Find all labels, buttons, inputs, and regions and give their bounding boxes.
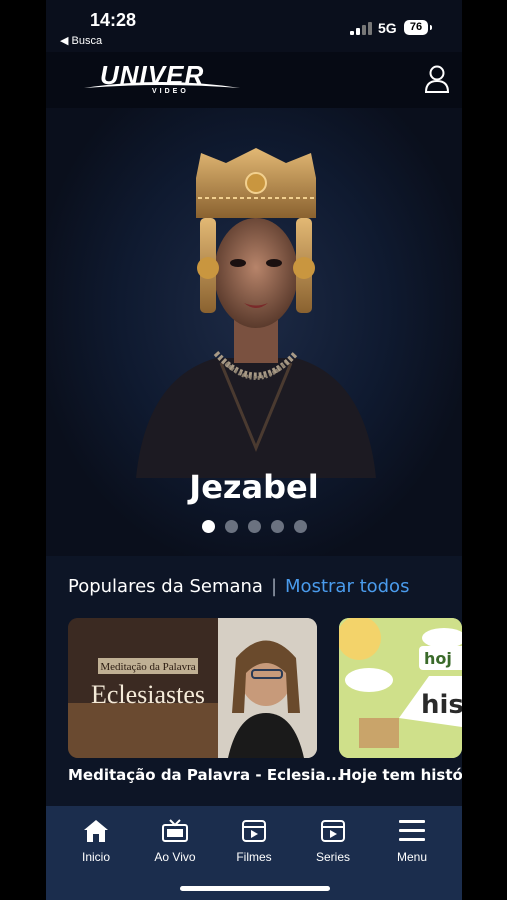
carousel-dot[interactable] [201, 520, 215, 533]
hero-title[interactable]: Jezabel [46, 468, 462, 506]
home-icon [84, 820, 108, 842]
signal-icon [350, 22, 372, 35]
thumb-text-1: Meditação da Palavra [100, 661, 195, 673]
tab-label: Ao Vivo [154, 850, 196, 864]
battery-icon: 76 [404, 20, 432, 35]
show-all-link[interactable]: Mostrar todos [285, 576, 409, 597]
video-card-thumbnail[interactable]: Meditação da Palavra Eclesiastes [68, 618, 317, 758]
popular-section: Populares da Semana | Mostrar todos Medita… [46, 556, 462, 806]
carousel-dot[interactable] [247, 520, 261, 533]
menu-icon [399, 820, 425, 841]
univer-logo[interactable]: UNIVER VIDEO [82, 60, 242, 100]
app-header: UNIVER VIDEO [46, 52, 462, 108]
section-separator: | [270, 576, 278, 597]
film-icon [242, 820, 266, 842]
tv-icon [162, 819, 188, 842]
hero-poster-image [136, 148, 376, 478]
thumb-text-2: Eclesiastes [91, 680, 205, 709]
series-icon [321, 820, 345, 842]
tab-inicio[interactable]: Inicio [56, 818, 136, 864]
status-time: 14:28 [90, 10, 137, 30]
status-bar: 14:28 ◀ Busca 5G 76 [0, 0, 507, 52]
carousel-indicators [46, 520, 462, 533]
network-label: 5G [378, 20, 397, 36]
section-header: Populares da Semana | Mostrar todos [68, 576, 409, 597]
phone-screen: UNIVER VIDEO Jezabel Populares da Semana… [0, 0, 507, 900]
hero-banner[interactable]: Jezabel [46, 108, 462, 556]
tab-filmes[interactable]: Filmes [214, 818, 294, 864]
thumb-text-2: hist [421, 690, 462, 720]
user-icon[interactable] [424, 64, 450, 94]
logo-text: UNIVER [100, 60, 205, 90]
tab-label: Inicio [81, 850, 110, 864]
tab-menu[interactable]: Menu [372, 818, 452, 864]
bottom-tab-bar: Inicio Ao Vivo Filmes Series Menu [46, 806, 462, 900]
thumbnail-image: Meditação da Palavra Eclesiastes [68, 618, 317, 758]
thumbnail-image: hoj hist [339, 618, 462, 758]
carousel-dot[interactable] [293, 520, 307, 533]
tab-label: Filmes [236, 850, 272, 864]
tab-series[interactable]: Series [293, 818, 373, 864]
app-container: UNIVER VIDEO Jezabel Populares da Semana… [46, 0, 462, 900]
carousel-dot[interactable] [224, 520, 238, 533]
carousel-dot[interactable] [270, 520, 284, 533]
thumb-text-1: hoj [424, 649, 452, 668]
logo-subtext: VIDEO [152, 88, 189, 95]
tab-label: Series [315, 850, 350, 864]
section-title: Populares da Semana [68, 576, 263, 597]
video-card-title[interactable]: Hoje tem históri [339, 766, 462, 784]
tab-ao-vivo[interactable]: Ao Vivo [135, 818, 215, 864]
video-card-thumbnail[interactable]: hoj hist [339, 618, 462, 758]
home-indicator[interactable] [180, 886, 330, 891]
tab-label: Menu [396, 850, 428, 864]
back-to-search-link[interactable]: ◀ Busca [60, 34, 102, 47]
video-card-title[interactable]: Meditação da Palavra - Eclesia... [68, 766, 343, 784]
